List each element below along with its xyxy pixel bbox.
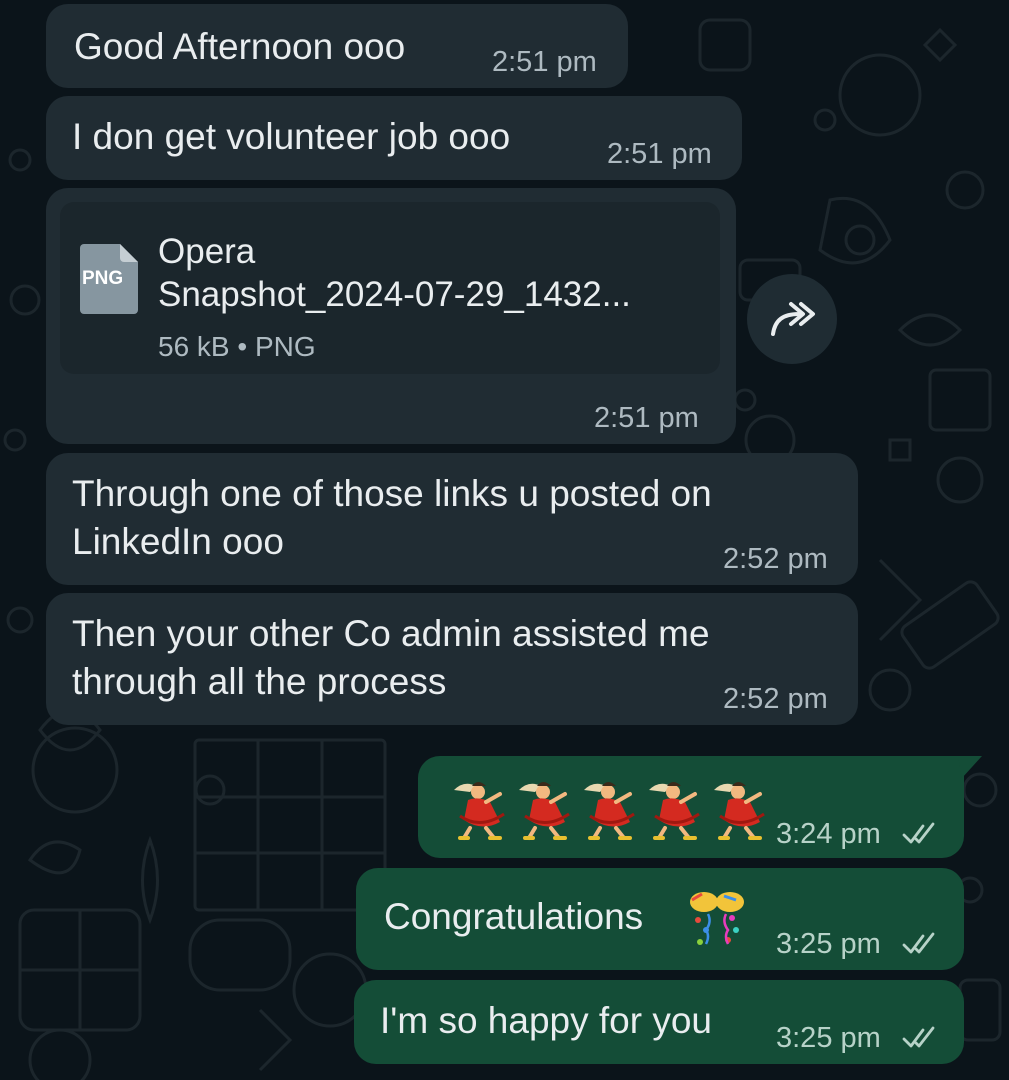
document-name-line: Snapshot_2024-07-29_1432... bbox=[158, 275, 631, 314]
dancing-woman-emoji bbox=[454, 782, 505, 840]
message-text-line: through all the process bbox=[72, 661, 447, 702]
document-attachment[interactable]: PNG Opera Snapshot_2024-07-29_1432... 56… bbox=[60, 202, 720, 374]
outgoing-message[interactable]: I'm so happy for you 3:25 pm bbox=[354, 980, 964, 1064]
document-name-line: Opera bbox=[158, 232, 256, 271]
incoming-message[interactable]: I don get volunteer job ooo 2:51 pm bbox=[46, 96, 742, 180]
message-timestamp: 3:25 pm bbox=[776, 928, 881, 960]
message-timestamp: 2:51 pm bbox=[492, 46, 597, 78]
bubble-tail bbox=[958, 756, 982, 778]
incoming-message[interactable]: Through one of those links u posted on L… bbox=[46, 453, 858, 585]
message-text: Congratulations bbox=[384, 896, 644, 937]
document-meta: 56 kB • PNG bbox=[158, 331, 316, 362]
dancing-woman-emoji bbox=[649, 782, 700, 840]
message-timestamp: 2:52 pm bbox=[723, 683, 828, 715]
forward-icon bbox=[771, 302, 815, 336]
document-name: Opera Snapshot_2024-07-29_1432... bbox=[158, 230, 631, 316]
double-check-icon bbox=[902, 1026, 935, 1048]
emoji-row bbox=[446, 776, 771, 842]
outgoing-emoji-message[interactable]: 3:24 pm bbox=[418, 756, 964, 858]
message-timestamp: 2:51 pm bbox=[594, 402, 699, 434]
message-text: Good Afternoon ooo bbox=[74, 26, 406, 67]
outgoing-message[interactable]: Congratulations 3:25 pm bbox=[356, 868, 964, 970]
dancing-woman-emoji bbox=[519, 782, 570, 840]
party-popper-emoji bbox=[690, 892, 744, 945]
double-check-icon bbox=[902, 932, 935, 954]
dancing-woman-emoji bbox=[714, 782, 765, 840]
message-timestamp: 2:52 pm bbox=[723, 543, 828, 575]
forward-button[interactable] bbox=[747, 274, 837, 364]
incoming-message[interactable]: Then your other Co admin assisted me thr… bbox=[46, 593, 858, 725]
dancing-woman-emoji bbox=[584, 782, 635, 840]
message-text-line: Through one of those links u posted on bbox=[72, 473, 712, 514]
message-text-line: Then your other Co admin assisted me bbox=[72, 613, 710, 654]
message-text: I'm so happy for you bbox=[380, 1000, 713, 1041]
message-timestamp: 3:24 pm bbox=[776, 818, 881, 850]
incoming-document-message[interactable]: PNG Opera Snapshot_2024-07-29_1432... 56… bbox=[46, 188, 736, 444]
message-text-line: LinkedIn ooo bbox=[72, 521, 284, 562]
message-text: I don get volunteer job ooo bbox=[72, 116, 511, 157]
incoming-message[interactable]: Good Afternoon ooo 2:51 pm bbox=[46, 4, 628, 88]
message-timestamp: 3:25 pm bbox=[776, 1022, 881, 1054]
double-check-icon bbox=[902, 822, 935, 844]
document-type-label: PNG bbox=[82, 268, 124, 289]
message-timestamp: 2:51 pm bbox=[607, 138, 712, 170]
